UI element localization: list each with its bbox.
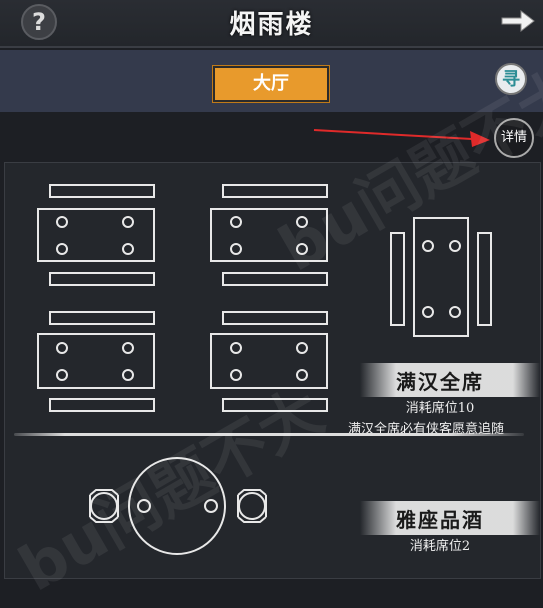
wine-seat-title: 雅座品酒 <box>396 508 484 532</box>
top-bar: ? 烟雨楼 <box>0 0 543 48</box>
tab-hall[interactable]: 大厅 <box>212 65 330 103</box>
arrow-right-icon <box>501 9 535 33</box>
banquet-title: 满汉全席 <box>396 370 484 394</box>
page-title: 烟雨楼 <box>229 10 314 40</box>
banquet-cost: 消耗席位10 <box>405 401 475 416</box>
back-button[interactable] <box>499 6 537 36</box>
wine-seat-cost: 消耗席位2 <box>409 539 471 554</box>
